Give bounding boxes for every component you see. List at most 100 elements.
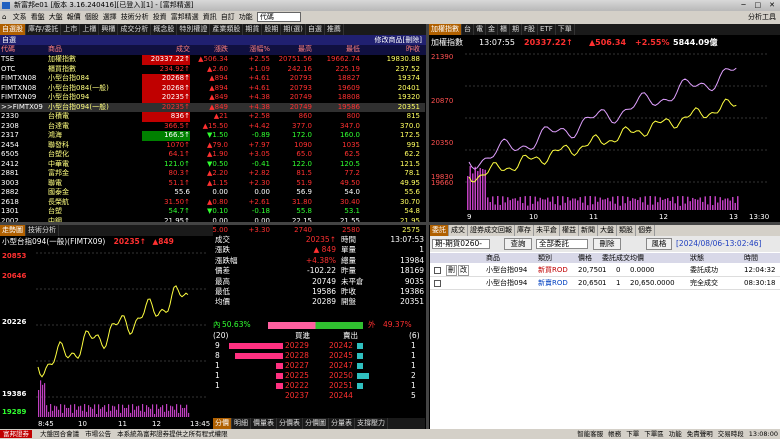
order-col-6[interactable]: 委託	[602, 253, 616, 263]
quote-row[interactable]: FIMTXN08 小型台指084(一般) 20268↑ ▲894 +4.61 20793 1…	[0, 83, 425, 93]
quote-row[interactable]: 1301 台塑 54.7↑ ▼0.10 -0.18 55.8 53.1 54.8	[0, 207, 425, 217]
order-book-row[interactable]: 8 20228 20245 1	[213, 351, 425, 361]
index-tab-7[interactable]: ETF	[538, 24, 556, 35]
index-tab-8[interactable]: 下單	[556, 24, 575, 35]
menu-item-2[interactable]: 大盤	[47, 11, 65, 24]
quote-tab-5[interactable]: 成交分析	[118, 24, 152, 35]
index-tab-3[interactable]: 金	[486, 24, 498, 35]
futures-tab-1[interactable]: 技術分析	[26, 225, 59, 236]
quote-col-5[interactable]: 最高	[270, 45, 312, 55]
orderbook-tab-5[interactable]: 分量表	[329, 418, 355, 429]
order-tab-4[interactable]: 未平倉	[534, 225, 560, 236]
status-right-0[interactable]: 智能客服	[577, 430, 603, 438]
order-checkbox[interactable]	[434, 280, 441, 287]
quote-tab-13[interactable]: 推薦	[325, 24, 344, 35]
order-col-10[interactable]: 時間	[744, 253, 758, 263]
style-button[interactable]: 風格	[646, 238, 672, 250]
order-tab-5[interactable]: 權益	[560, 225, 579, 236]
order-tab-9[interactable]: 個券	[636, 225, 655, 236]
order-tab-6[interactable]: 新聞	[579, 225, 598, 236]
edit-list-button[interactable]: 修改商品[刪除]	[375, 35, 422, 45]
futures-chart[interactable]: 20853 20646 20226 19386 19289 8:45 10 11 12 13:45	[0, 247, 213, 429]
quote-row[interactable]: 2881 富邦金 80.3↑ ▲2.20 +2.82 81.5 77.2 78.1	[0, 169, 425, 179]
order-book-row[interactable]: 9 20229 20242 1	[213, 341, 425, 351]
code-combo[interactable]: 代碼	[256, 12, 301, 22]
order-tab-2[interactable]: 證券成交回報	[468, 225, 515, 236]
quote-tab-6[interactable]: 概念股	[151, 24, 178, 35]
quote-tab-8[interactable]: 產業類股	[210, 24, 244, 35]
index-tab-1[interactable]: 台	[462, 24, 474, 35]
order-filter-select[interactable]: 全部委託	[536, 239, 588, 249]
order-del[interactable]: 刪	[446, 265, 457, 276]
order-row[interactable]: 刪改 小型台指094 新買ROD 20,750 1 0 0.0000 委託成功 12:04:32	[430, 264, 780, 277]
quote-row[interactable]: >>FIMTX09 小型台指094(一般) 20235↑ ▲849 +4.38 20749…	[0, 102, 425, 112]
orderbook-tab-6[interactable]: 支撐壓力	[355, 418, 388, 429]
menu-item-11[interactable]: 功能	[237, 11, 255, 24]
order-tab-8[interactable]: 類股	[617, 225, 636, 236]
index-tab-6[interactable]: F股	[522, 24, 539, 35]
futures-tab-0[interactable]: 走勢圖	[0, 225, 26, 236]
quote-tab-10[interactable]: 股期	[262, 24, 282, 35]
order-row[interactable]: 小型台指094 新賣ROD 20,650 1 1 20,650.0000 完全成交 08:30…	[430, 277, 780, 290]
order-col-3[interactable]: 商品	[486, 253, 500, 263]
quote-col-1[interactable]: 商品	[48, 45, 100, 55]
status-item-0[interactable]: 大盤回合會議	[40, 430, 79, 438]
index-tab-2[interactable]: 電	[474, 24, 486, 35]
quote-row[interactable]: 6505 台塑化 64.1↑ ▲1.90 +3.05 65.0 62.5 62.2	[0, 150, 425, 160]
quote-tab-1[interactable]: 庫存/委託	[26, 24, 62, 35]
quote-col-3[interactable]: 漲跌	[190, 45, 228, 55]
order-book-row[interactable]: 1 20222 20251 1	[213, 381, 425, 391]
order-col-7[interactable]: 成交	[616, 253, 630, 263]
quote-row[interactable]: FIMTXN08 小型台指084 20268↑ ▲894 +4.61 20793 18827…	[0, 74, 425, 84]
quote-row[interactable]: TSE 加權指數 20337.22↑ ▲506.34 +2.55 20751.56 1966…	[0, 55, 425, 65]
order-tab-0[interactable]: 委託	[430, 225, 449, 236]
analysis-tools-button[interactable]: 分析工具	[748, 11, 776, 24]
quote-tab-12[interactable]: 自選	[306, 24, 325, 35]
quote-col-0[interactable]: 代碼	[1, 45, 51, 55]
order-checkbox[interactable]	[434, 267, 441, 274]
orderbook-tab-2[interactable]: 價量表	[251, 418, 277, 429]
order-tab-3[interactable]: 庫存	[515, 225, 534, 236]
account-select[interactable]: 期-期貨0260-	[432, 239, 490, 249]
order-book-row[interactable]: 1 20227 20247 1	[213, 361, 425, 371]
quote-row[interactable]: OTC 櫃買指數 234.92↑ ▲2.60 +1.09 242.16 225.19 237.…	[0, 65, 425, 75]
orderbook-tab-1[interactable]: 明細	[232, 418, 251, 429]
index-tab-4[interactable]: 櫃	[498, 24, 510, 35]
order-tab-7[interactable]: 大盤	[598, 225, 617, 236]
quote-tab-7[interactable]: 特別權證	[177, 24, 211, 35]
status-right-2[interactable]: 下單	[626, 430, 639, 438]
status-right-1[interactable]: 帳務	[608, 430, 621, 438]
quote-col-2[interactable]: 成交	[142, 45, 190, 55]
order-tab-1[interactable]: 成交	[449, 225, 468, 236]
quote-tab-0[interactable]: 自選股	[0, 24, 26, 35]
quote-row[interactable]: 2412 中華電 121.0↑ ▼0.50 -0.41 122.0 120.5 121.5	[0, 160, 425, 170]
query-button[interactable]: 查詢	[504, 238, 532, 250]
menu-item-6[interactable]: 技術分析	[119, 11, 151, 24]
minimize-icon[interactable]: ─	[738, 0, 750, 11]
index-tab-5[interactable]: 期	[510, 24, 522, 35]
orderbook-tab-3[interactable]: 分價表	[277, 418, 303, 429]
quote-tab-9[interactable]: 期貨	[243, 24, 263, 35]
maximize-icon[interactable]: □	[752, 0, 764, 11]
quote-row[interactable]: 2454 聯發科 1070↑ ▲79.0 +7.97 1090 1035 991	[0, 141, 425, 151]
quote-row[interactable]: 3003 聯電 51.1↑ ▲1.15 +2.30 51.9 49.50 49.95	[0, 179, 425, 189]
order-col-9[interactable]: 狀態	[690, 253, 704, 263]
close-icon[interactable]: ✕	[766, 0, 778, 11]
delete-button[interactable]: 刪除	[593, 238, 621, 250]
order-col-8[interactable]: 均價	[630, 253, 644, 263]
menu-item-7[interactable]: 投資	[151, 11, 169, 24]
menu-item-8[interactable]: 富邦精選	[169, 11, 201, 24]
menu-item-10[interactable]: 自訂	[219, 11, 237, 24]
quote-tab-3[interactable]: 上櫃	[80, 24, 100, 35]
order-chg[interactable]: 改	[458, 265, 469, 276]
status-right-3[interactable]: 下單區	[644, 430, 664, 438]
menu-item-1[interactable]: 看盤	[29, 11, 47, 24]
menu-item-0[interactable]: 文系	[11, 11, 29, 24]
index-chart[interactable]: 21390208702035019830196609 10 11 12 13 13:30	[429, 50, 780, 222]
quote-col-7[interactable]: 昨收	[360, 45, 420, 55]
status-right-4[interactable]: 功能	[669, 430, 682, 438]
status-right-6[interactable]: 交易時段	[718, 430, 744, 438]
quote-tab-2[interactable]: 上市	[61, 24, 81, 35]
quote-tab-4[interactable]: 興櫃	[99, 24, 119, 35]
menu-item-4[interactable]: 個股	[83, 11, 101, 24]
